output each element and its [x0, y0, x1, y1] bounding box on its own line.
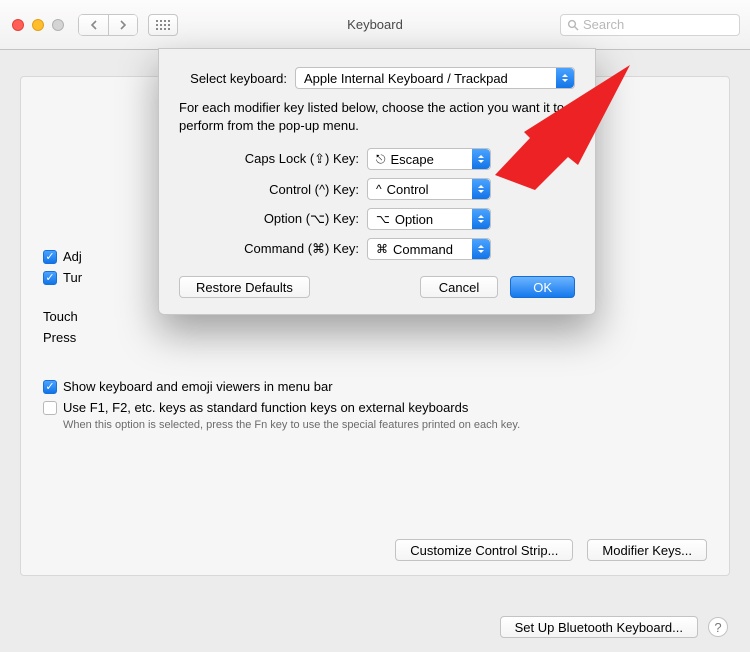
select-keyboard-value: Apple Internal Keyboard / Trackpad — [304, 71, 508, 86]
search-placeholder: Search — [583, 17, 624, 32]
fn-keys-row: Use F1, F2, etc. keys as standard functi… — [43, 400, 707, 415]
sheet-instructions: For each modifier key listed below, choo… — [179, 99, 575, 134]
adjust-brightness-checkbox[interactable] — [43, 250, 57, 264]
command-row: Command (⌘) Key: ⌘ Command — [179, 238, 575, 260]
command-label: Command (⌘) Key: — [179, 241, 367, 257]
fn-keys-label: Use F1, F2, etc. keys as standard functi… — [63, 400, 468, 415]
adjust-brightness-label-stub: Adj — [63, 249, 82, 264]
forward-button[interactable] — [108, 14, 138, 36]
option-popup[interactable]: ⌥ Option — [367, 208, 491, 230]
control-row: Control (^) Key: ^ Control — [179, 178, 575, 200]
option-icon: ⌥ — [376, 212, 390, 226]
popup-arrows-icon — [472, 149, 490, 169]
option-row: Option (⌥) Key: ⌥ Option — [179, 208, 575, 230]
control-value: Control — [387, 182, 429, 197]
help-button[interactable]: ? — [708, 617, 728, 637]
sheet-button-row: Restore Defaults Cancel OK — [179, 276, 575, 298]
command-icon: ⌘ — [376, 242, 388, 256]
modifier-keys-button[interactable]: Modifier Keys... — [587, 539, 707, 561]
caps-lock-row: Caps Lock (⇪) Key: ⎋ Escape — [179, 148, 575, 170]
show-viewers-row: Show keyboard and emoji viewers in menu … — [43, 379, 707, 394]
restore-defaults-button[interactable]: Restore Defaults — [179, 276, 310, 298]
customize-control-strip-button[interactable]: Customize Control Strip... — [395, 539, 573, 561]
escape-icon: ⎋ — [376, 152, 386, 167]
command-popup[interactable]: ⌘ Command — [367, 238, 491, 260]
control-popup[interactable]: ^ Control — [367, 178, 491, 200]
nav-back-forward — [78, 14, 138, 36]
modifier-key-rows: Caps Lock (⇪) Key: ⎋ Escape Control (^) … — [179, 148, 575, 260]
show-viewers-label: Show keyboard and emoji viewers in menu … — [63, 379, 333, 394]
popup-arrows-icon — [472, 209, 490, 229]
show-all-button[interactable] — [148, 14, 178, 36]
control-label: Control (^) Key: — [179, 182, 367, 197]
close-window-button[interactable] — [12, 19, 24, 31]
search-field[interactable]: Search — [560, 14, 740, 36]
option-value: Option — [395, 212, 433, 227]
zoom-window-button — [52, 19, 64, 31]
titlebar: Keyboard Search — [0, 0, 750, 50]
turn-off-checkbox[interactable] — [43, 271, 57, 285]
popup-arrows-icon — [556, 68, 574, 88]
press-fn-label-stub: Press — [43, 330, 707, 345]
back-button[interactable] — [78, 14, 108, 36]
fn-keys-checkbox[interactable] — [43, 401, 57, 415]
control-icon: ^ — [376, 182, 382, 196]
fn-keys-hint: When this option is selected, press the … — [63, 419, 707, 431]
setup-bluetooth-keyboard-button[interactable]: Set Up Bluetooth Keyboard... — [500, 616, 698, 638]
cancel-button[interactable]: Cancel — [420, 276, 498, 298]
minimize-window-button[interactable] — [32, 19, 44, 31]
option-label: Option (⌥) Key: — [179, 211, 367, 227]
modifier-keys-sheet: Select keyboard: Apple Internal Keyboard… — [158, 48, 596, 315]
caps-lock-label: Caps Lock (⇪) Key: — [179, 151, 367, 167]
popup-arrows-icon — [472, 179, 490, 199]
turn-off-label-stub: Tur — [63, 270, 82, 285]
ok-button[interactable]: OK — [510, 276, 575, 298]
select-keyboard-popup[interactable]: Apple Internal Keyboard / Trackpad — [295, 67, 575, 89]
search-icon — [567, 19, 579, 31]
command-value: Command — [393, 242, 453, 257]
panel-button-row: Customize Control Strip... Modifier Keys… — [395, 539, 707, 561]
show-viewers-checkbox[interactable] — [43, 380, 57, 394]
popup-arrows-icon — [472, 239, 490, 259]
caps-lock-popup[interactable]: ⎋ Escape — [367, 148, 491, 170]
traffic-lights — [12, 19, 64, 31]
select-keyboard-label: Select keyboard: — [179, 71, 295, 86]
window-footer: Set Up Bluetooth Keyboard... ? — [22, 616, 728, 638]
caps-lock-value: Escape — [391, 152, 434, 167]
